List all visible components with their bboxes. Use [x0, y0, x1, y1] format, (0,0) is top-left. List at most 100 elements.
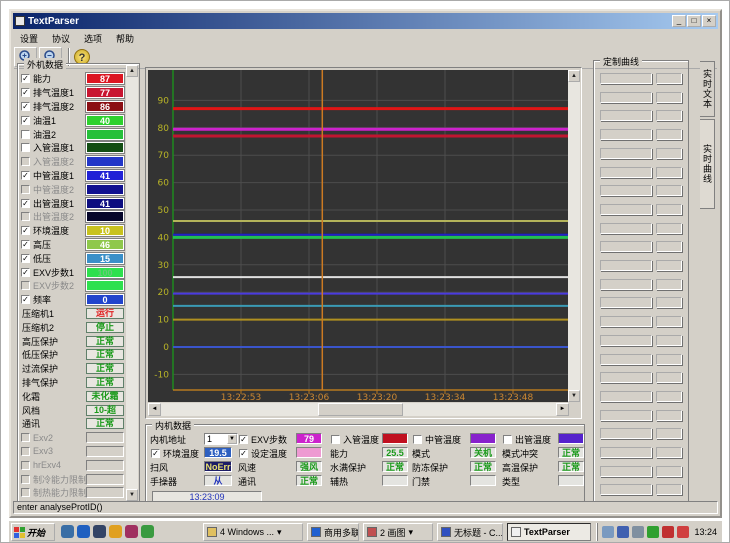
menu-item[interactable]: 选项 — [78, 31, 108, 46]
start-button[interactable]: 开始 — [11, 523, 55, 541]
row-checkbox[interactable] — [21, 130, 30, 139]
custom-curve-field[interactable] — [600, 73, 652, 84]
custom-curve-value-field[interactable] — [656, 410, 682, 421]
custom-curve-field[interactable] — [600, 335, 652, 346]
custom-curve-value-field[interactable] — [656, 279, 682, 290]
row-checkbox[interactable] — [21, 143, 30, 152]
indoor-checkbox[interactable] — [503, 435, 512, 444]
custom-curve-value-field[interactable] — [656, 484, 682, 495]
custom-curve-value-field[interactable] — [656, 129, 682, 140]
chart-scroll-up-icon[interactable]: ▲ — [568, 70, 580, 82]
indoor-checkbox[interactable]: ✓ — [239, 449, 248, 458]
custom-curve-field[interactable] — [600, 428, 652, 439]
custom-curve-field[interactable] — [600, 167, 652, 178]
indoor-checkbox[interactable] — [331, 435, 340, 444]
quick-launch-icon[interactable] — [125, 525, 138, 538]
sidebar-scrollbar[interactable]: ▲ ▼ — [126, 65, 138, 501]
custom-curve-value-field[interactable] — [656, 428, 682, 439]
row-checkbox[interactable] — [21, 475, 30, 484]
menu-item[interactable]: 帮助 — [110, 31, 140, 46]
tray-icon[interactable] — [602, 526, 614, 538]
custom-curve-field[interactable] — [600, 297, 652, 308]
custom-curve-value-field[interactable] — [656, 354, 682, 365]
custom-curve-value-field[interactable] — [656, 335, 682, 346]
task-button[interactable]: 4 Windows ...▾ — [203, 523, 303, 541]
custom-curve-field[interactable] — [600, 484, 652, 495]
titlebar[interactable]: TextParser _ □ × — [13, 13, 718, 29]
row-checkbox[interactable]: ✓ — [21, 171, 30, 180]
custom-curve-field[interactable] — [600, 316, 652, 327]
custom-curve-field[interactable] — [600, 260, 652, 271]
custom-curve-field[interactable] — [600, 372, 652, 383]
row-checkbox[interactable]: ✓ — [21, 102, 30, 111]
custom-curve-value-field[interactable] — [656, 241, 682, 252]
custom-curve-field[interactable] — [600, 241, 652, 252]
custom-curve-field[interactable] — [600, 223, 652, 234]
custom-curve-field[interactable] — [600, 129, 652, 140]
tray-icon[interactable] — [632, 526, 644, 538]
custom-curve-value-field[interactable] — [656, 204, 682, 215]
custom-curve-field[interactable] — [600, 204, 652, 215]
indoor-checkbox[interactable]: ✓ — [151, 449, 160, 458]
tab-realtime-curve[interactable]: 实时曲线 — [700, 119, 715, 209]
row-checkbox[interactable]: ✓ — [21, 268, 30, 277]
custom-curve-field[interactable] — [600, 447, 652, 458]
custom-curve-field[interactable] — [600, 92, 652, 103]
row-checkbox[interactable] — [21, 185, 30, 194]
indoor-checkbox[interactable]: ✓ — [239, 435, 248, 444]
tray-icon[interactable] — [677, 526, 689, 538]
row-checkbox[interactable]: ✓ — [21, 88, 30, 97]
row-checkbox[interactable]: ✓ — [21, 199, 30, 208]
row-checkbox[interactable] — [21, 447, 30, 456]
row-checkbox[interactable] — [21, 433, 30, 442]
custom-curve-field[interactable] — [600, 279, 652, 290]
chevron-down-icon[interactable]: ▼ — [227, 434, 237, 444]
quick-launch-icon[interactable] — [61, 525, 74, 538]
row-checkbox[interactable] — [21, 281, 30, 290]
indoor-checkbox[interactable] — [413, 435, 422, 444]
chart-scroll-down-icon[interactable]: ▼ — [568, 390, 580, 402]
row-checkbox[interactable] — [21, 157, 30, 166]
custom-curve-field[interactable] — [600, 466, 652, 477]
quick-launch-icon[interactable] — [93, 525, 106, 538]
quick-launch-icon[interactable] — [109, 525, 122, 538]
custom-curve-value-field[interactable] — [656, 391, 682, 402]
tray-icon[interactable] — [662, 526, 674, 538]
custom-curve-field[interactable] — [600, 185, 652, 196]
custom-curve-field[interactable] — [600, 391, 652, 402]
row-checkbox[interactable] — [21, 212, 30, 221]
chart-hscroll-thumb[interactable] — [318, 403, 403, 416]
tray-icon[interactable] — [647, 526, 659, 538]
custom-curve-field[interactable] — [600, 410, 652, 421]
row-checkbox[interactable]: ✓ — [21, 254, 30, 263]
row-checkbox[interactable]: ✓ — [21, 74, 30, 83]
maximize-button[interactable]: □ — [687, 15, 701, 27]
chart-plot[interactable]: 9080706050403020100-1013:22:5313:23:0613… — [148, 70, 569, 402]
scroll-up-icon[interactable]: ▲ — [126, 65, 138, 77]
custom-curve-field[interactable] — [600, 148, 652, 159]
indoor-address-dropdown[interactable]: 1▼ — [204, 433, 238, 445]
chart-vscrollbar[interactable]: ▲ ▼ — [568, 70, 580, 402]
row-checkbox[interactable]: ✓ — [21, 226, 30, 235]
scroll-down-icon[interactable]: ▼ — [126, 489, 138, 501]
task-button[interactable]: TextParser — [507, 523, 591, 541]
custom-curve-value-field[interactable] — [656, 185, 682, 196]
row-checkbox[interactable]: ✓ — [21, 295, 30, 304]
row-checkbox[interactable] — [21, 461, 30, 470]
custom-curve-value-field[interactable] — [656, 316, 682, 327]
custom-curve-value-field[interactable] — [656, 447, 682, 458]
custom-curve-value-field[interactable] — [656, 223, 682, 234]
custom-curve-field[interactable] — [600, 354, 652, 365]
custom-curve-value-field[interactable] — [656, 372, 682, 383]
close-button[interactable]: × — [702, 15, 716, 27]
row-checkbox[interactable] — [21, 488, 30, 497]
chart-scroll-left-icon[interactable]: ◄ — [148, 403, 161, 416]
minimize-button[interactable]: _ — [672, 15, 686, 27]
quick-launch-icon[interactable] — [77, 525, 90, 538]
task-button[interactable]: 无标题 - C... — [437, 523, 503, 541]
chart-hscrollbar[interactable]: ◄ ► — [148, 403, 569, 416]
custom-curve-value-field[interactable] — [656, 148, 682, 159]
custom-curve-value-field[interactable] — [656, 260, 682, 271]
tray-icon[interactable] — [617, 526, 629, 538]
row-checkbox[interactable]: ✓ — [21, 116, 30, 125]
